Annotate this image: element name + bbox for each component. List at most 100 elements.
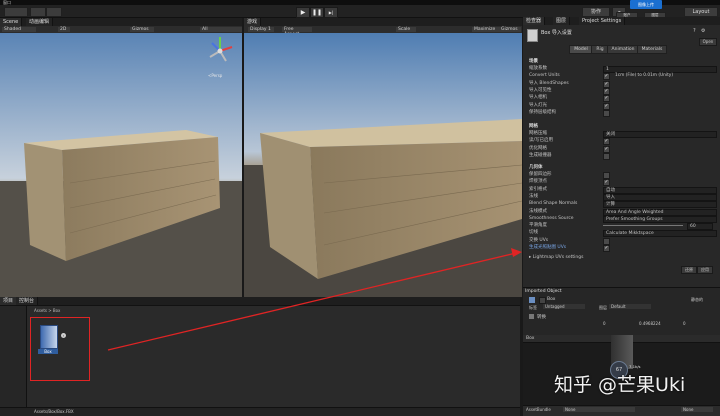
asset-label[interactable]: Box (38, 349, 58, 354)
section-meshes: 网格 (529, 124, 538, 129)
mesh-row: 网格压缩 关闭 (529, 130, 717, 138)
geometry-row: 法线 导入 (529, 193, 717, 201)
assetbundle-dropdown[interactable]: None (563, 407, 635, 412)
tab-scene[interactable]: Scene (0, 18, 23, 26)
game-viewport[interactable] (244, 33, 522, 297)
mesh-row: 生成碰撞器 (529, 152, 714, 160)
help-icon[interactable]: ? (693, 28, 696, 34)
maximize-toggle[interactable]: Maximize (472, 27, 500, 32)
geometry-row-label: Blend Shape Normals (529, 201, 578, 207)
active-checkbox[interactable] (539, 297, 546, 304)
play-button[interactable]: ▶ (296, 7, 310, 18)
scene-row: 保持层级结构 (529, 109, 714, 117)
layout-dropdown[interactable]: Layout (684, 7, 718, 17)
global-toggle[interactable] (46, 7, 62, 17)
geometry-row: 焊接顶点 ✓ (529, 178, 714, 187)
settings-gear-icon[interactable]: ⚙ (701, 28, 705, 34)
checkbox[interactable] (603, 152, 610, 160)
scene-row-label: 缩放系数 (529, 66, 547, 71)
layer-label: 图层 (599, 305, 607, 310)
scene-viewport[interactable]: <Persp (0, 33, 242, 297)
position-y[interactable]: 0.4968224 (639, 321, 661, 326)
assetbundle-variant[interactable]: None (681, 407, 713, 412)
tab-project[interactable]: 项目 (0, 297, 18, 305)
mesh-row-label: 生成碰撞器 (529, 152, 552, 158)
open-button[interactable]: Open (699, 38, 717, 46)
display-dropdown[interactable]: Display 1 (248, 27, 274, 32)
apply-button[interactable]: 应用 (697, 266, 713, 274)
asset-thumbnail[interactable] (40, 325, 58, 349)
checkbox[interactable]: ✓ (603, 245, 610, 252)
mesh-row-label: 优化网格 (529, 145, 547, 151)
tag-dropdown[interactable]: Untagged (543, 304, 585, 309)
geometry-row: 平滑角度 60 (529, 222, 714, 231)
tab-animation[interactable]: 动画编辑 (26, 18, 54, 26)
lightmap-uvs-label: Lightmap UVs settings (532, 255, 584, 260)
revert-button[interactable]: 还原 (681, 266, 697, 274)
scene-row-label: 导入 BlendShapes (529, 80, 569, 86)
slider-track[interactable] (603, 225, 683, 227)
geometry-row: 索引格式 自动 (529, 186, 717, 194)
transform-tools[interactable] (4, 7, 28, 17)
preview-title: Box (526, 336, 535, 341)
upload-badge[interactable]: 图像上传 (630, 0, 662, 9)
geometry-row-label: 平滑角度 (529, 223, 547, 229)
scene-row-label: Convert Units (529, 73, 560, 79)
step-button[interactable]: ▶| (324, 7, 338, 18)
assetbundle-label: AssetBundle (526, 407, 551, 412)
scene-row-label: 导入可见性 (529, 87, 552, 93)
geometry-row-label: 交换 UVs (529, 237, 549, 243)
geometry-row: 法线模式 Area And Angle Weighted (529, 208, 717, 216)
scene-row-label: 导入灯光 (529, 102, 547, 108)
geometry-row: 保留四边形 (529, 171, 714, 179)
2d-toggle[interactable]: 2D (58, 27, 70, 32)
geometry-row-label: 生成光照贴图 UVs (529, 245, 567, 250)
tab-game[interactable]: 游戏 (244, 18, 262, 26)
geometry-row: 交换 UVs (529, 237, 714, 245)
tab-model[interactable]: Model (569, 45, 593, 54)
tab-project-settings[interactable]: Project Settings (579, 17, 626, 25)
gizmos-dropdown[interactable]: Gizmos (130, 27, 154, 32)
preview-speed: 7.1k/s (629, 364, 641, 369)
persp-label[interactable]: <Persp (208, 73, 222, 78)
status-path: Assets/Box/Box.FBX (34, 409, 74, 414)
position-z[interactable]: 0 (683, 321, 686, 326)
tab-console[interactable]: 控制台 (16, 297, 39, 305)
project-tabbar: 项目 控制台 (0, 297, 520, 306)
pivot-toggle[interactable] (30, 7, 46, 17)
tab-animation[interactable]: Animation (607, 45, 639, 54)
collab-button[interactable]: 协作 (582, 7, 610, 17)
geometry-row-label: 索引格式 (529, 186, 547, 192)
project-folder-tree[interactable] (0, 306, 27, 415)
geometry-row: Smoothness Source Prefer Smoothing Groups (529, 215, 717, 223)
aspect-dropdown[interactable]: Free Aspect (282, 27, 312, 37)
layer-dropdown[interactable]: Default (609, 304, 651, 309)
expand-icon[interactable]: › (61, 333, 66, 338)
game-gizmos-dropdown[interactable]: Gizmos (499, 27, 521, 32)
tab-layers[interactable]: 图层 (553, 17, 571, 25)
geometry-row-label: 保留四边形 (529, 172, 552, 177)
position-x[interactable]: 0 (603, 321, 606, 326)
imported-object-header: Imported Object (525, 289, 562, 294)
watermark: 知乎 @芒果Uki (554, 374, 686, 396)
imported-object-name: Box (547, 297, 556, 302)
geometry-row-label: Smoothness Source (529, 215, 574, 221)
scale-slider[interactable]: Scale (396, 27, 416, 32)
scene-row-label: 导入相机 (529, 95, 547, 101)
scene-row: 缩放系数 1 (529, 65, 717, 73)
geometry-row: 切线 Calculate Mikktspace (529, 229, 717, 238)
shading-dropdown[interactable]: Shaded (2, 27, 36, 32)
checkbox[interactable] (603, 109, 610, 117)
scene-row: 导入 BlendShapes ✓ (529, 80, 714, 88)
pause-button[interactable]: ❚❚ (310, 7, 324, 18)
static-toggle[interactable]: 静态的 (691, 297, 703, 303)
geometry-row-label: 焊接顶点 (529, 179, 547, 185)
lightmap-uvs-foldout[interactable]: ▸ Lightmap UVs settings (529, 254, 583, 261)
tab-materials[interactable]: Materials (637, 45, 667, 54)
transform-label[interactable]: 转换 (537, 314, 546, 320)
tab-inspector[interactable]: 检查器 (523, 17, 546, 25)
breadcrumb[interactable]: Assets > Box (34, 308, 60, 313)
section-scene: 场景 (529, 59, 538, 64)
scene-search-input[interactable]: All (200, 27, 242, 32)
scene-row: Convert Units ✓ 1cm (File) to 0.01m (Unity… (529, 72, 714, 81)
